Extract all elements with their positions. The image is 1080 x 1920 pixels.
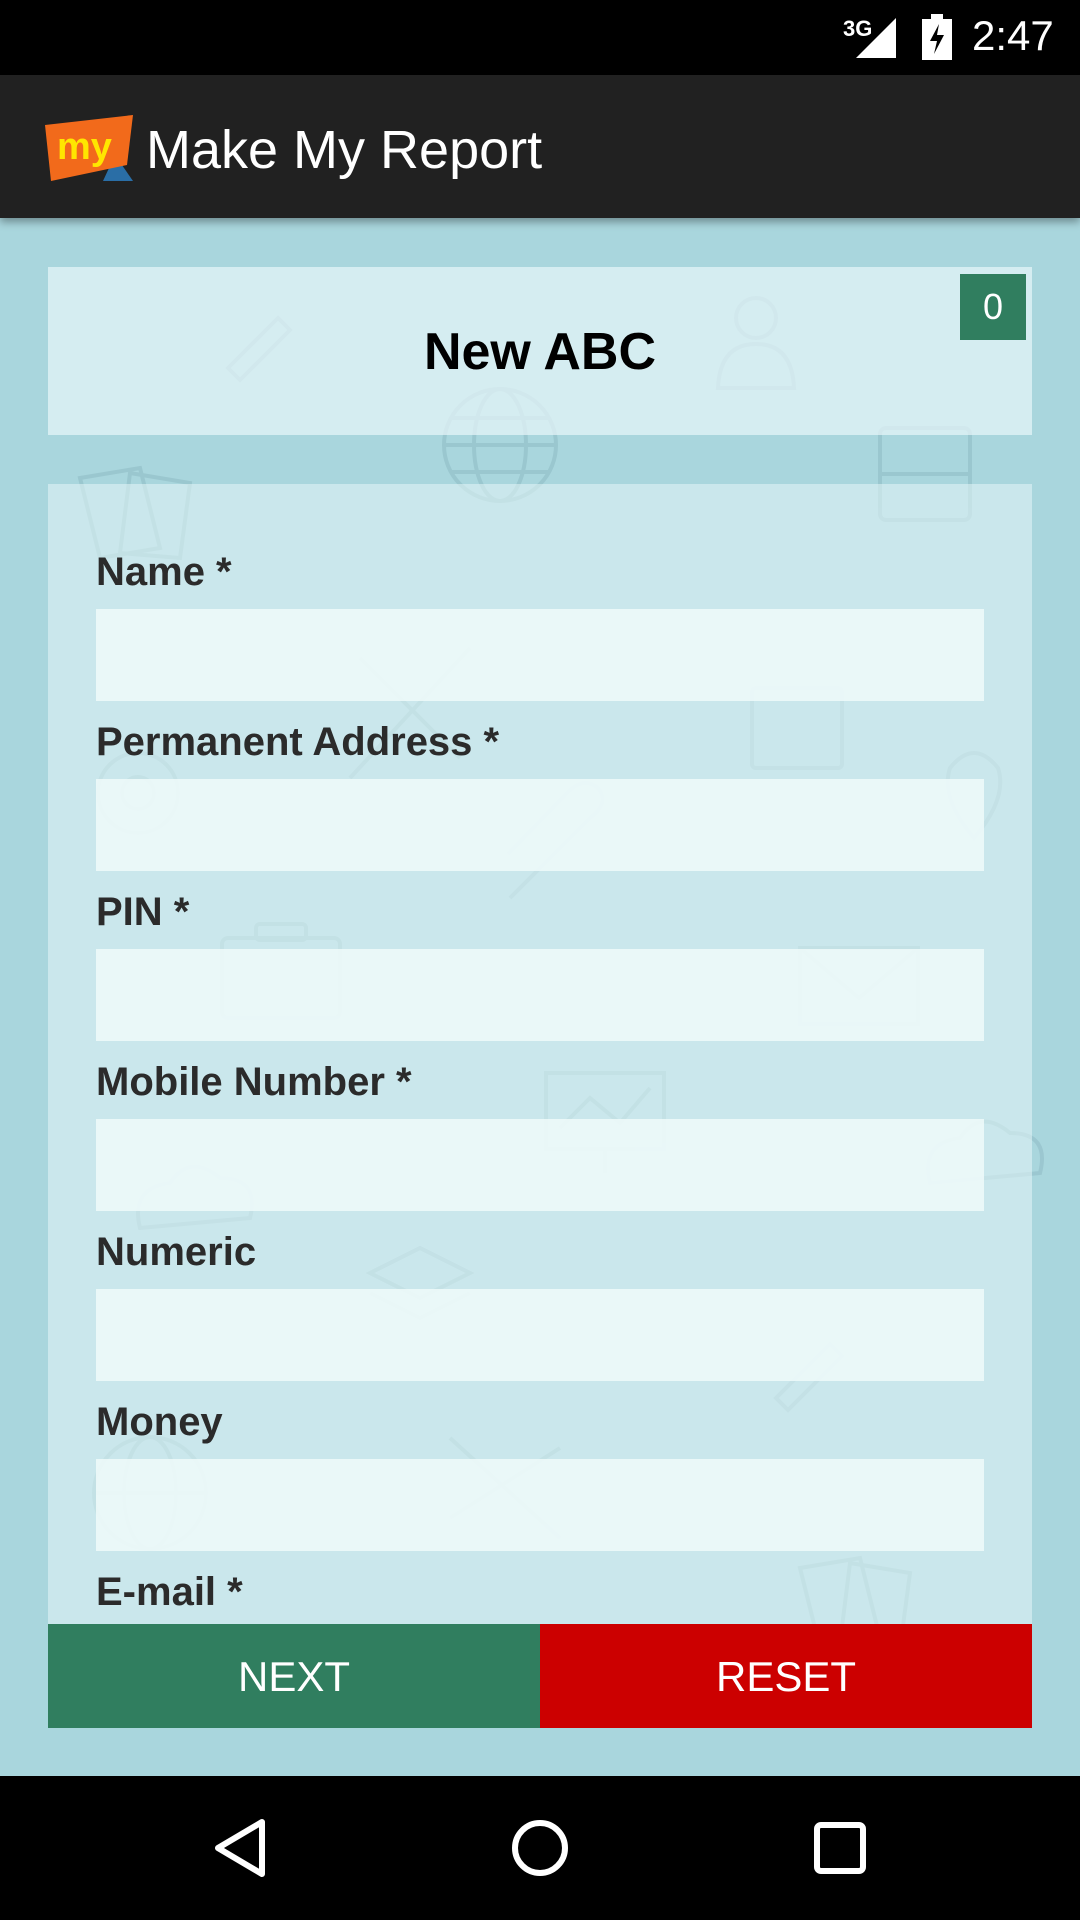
permanent-address-input[interactable] xyxy=(96,779,984,871)
form-card[interactable]: Name * Permanent Address * PIN * Mobile … xyxy=(48,484,1032,1624)
cell-signal-icon xyxy=(856,18,896,58)
battery-charging-icon xyxy=(922,14,952,60)
form-header-card: New ABC 0 xyxy=(48,267,1032,435)
name-input[interactable] xyxy=(96,609,984,701)
pin-input[interactable] xyxy=(96,949,984,1041)
name-label: Name * xyxy=(96,550,232,594)
permanent-address-label: Permanent Address * xyxy=(96,720,500,764)
navigation-bar xyxy=(0,1776,1080,1920)
home-circle-icon[interactable] xyxy=(508,1816,572,1880)
email-label: E-mail * xyxy=(96,1570,243,1614)
money-input[interactable] xyxy=(96,1459,984,1551)
mobile-number-input[interactable] xyxy=(96,1119,984,1211)
reset-button[interactable]: RESET xyxy=(540,1624,1032,1728)
money-label: Money xyxy=(96,1400,223,1444)
numeric-input[interactable] xyxy=(96,1289,984,1381)
mobile-number-label: Mobile Number * xyxy=(96,1060,412,1104)
screen: 3G 2:47 my Make My Report New ABC 0 Name… xyxy=(0,0,1080,1920)
recent-square-icon[interactable] xyxy=(808,1816,872,1880)
app-logo-icon: my xyxy=(45,115,133,181)
app-logo-text: my xyxy=(57,126,112,168)
app-title: Make My Report xyxy=(146,120,543,180)
app-bar: my Make My Report xyxy=(0,75,1080,218)
next-button[interactable]: NEXT xyxy=(48,1624,540,1728)
status-bar: 3G 2:47 xyxy=(0,0,1080,75)
form-title: New ABC xyxy=(423,323,657,381)
numeric-label: Numeric xyxy=(96,1230,257,1274)
status-time: 2:47 xyxy=(972,12,1054,59)
pin-label: PIN * xyxy=(96,890,190,934)
back-triangle-icon[interactable] xyxy=(210,1816,274,1880)
count-badge: 0 xyxy=(960,274,1026,340)
